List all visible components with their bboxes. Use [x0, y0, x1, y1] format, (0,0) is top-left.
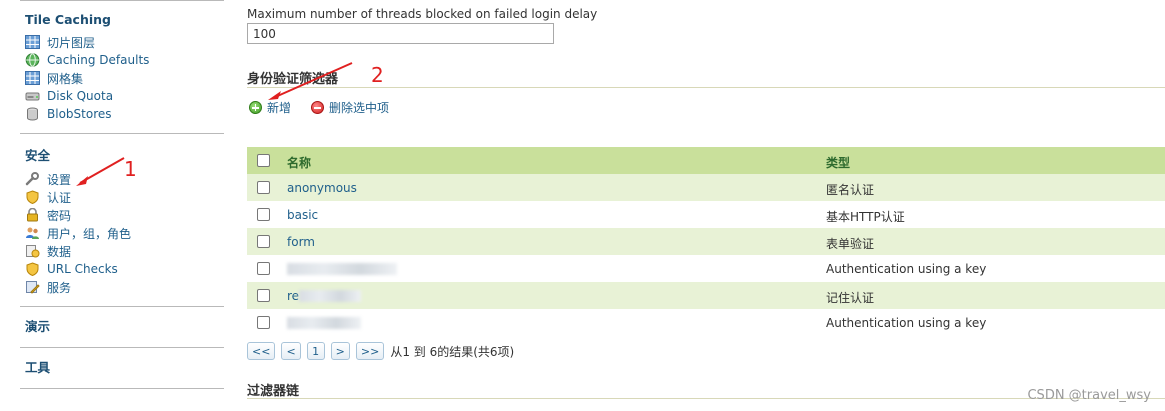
table-row: Authentication using a key	[247, 255, 1165, 282]
sidebar-item-disk-quota[interactable]: Disk Quota	[25, 87, 224, 105]
sidebar-item-services[interactable]: 服务	[25, 278, 224, 296]
table-row: re 记住认证	[247, 282, 1165, 309]
lock-icon	[25, 207, 40, 222]
disk-icon	[25, 89, 40, 103]
sidebar-item-gridsets[interactable]: 网格集	[25, 69, 224, 87]
filter-actions: 新增 删除选中项	[249, 99, 389, 116]
select-all-checkbox[interactable]	[257, 154, 270, 167]
add-filter-button[interactable]: 新增	[249, 99, 291, 116]
sidebar-item-url-checks[interactable]: URL Checks	[25, 260, 224, 278]
tile-caching-list: 切片图层 Caching Defaults 网格集 Disk Quota Blo…	[20, 33, 224, 133]
filter-type: Authentication using a key	[826, 262, 987, 276]
globe-icon	[25, 53, 40, 67]
threads-field-label: Maximum number of threads blocked on fai…	[247, 7, 598, 21]
sidebar-item-label[interactable]: 网格集	[47, 70, 83, 87]
sidebar-item-tile-layers[interactable]: 切片图层	[25, 33, 224, 51]
filter-type: Authentication using a key	[826, 316, 987, 330]
sidebar-divider	[20, 388, 224, 389]
wrench-icon	[25, 172, 40, 186]
shield-icon	[25, 190, 40, 205]
grid-icon	[25, 35, 40, 49]
redacted-name	[287, 317, 361, 329]
section-divider	[247, 87, 1165, 88]
demos-heading[interactable]: 演示	[20, 307, 224, 347]
column-header-name[interactable]: 名称	[287, 154, 311, 171]
auth-filters-table: 名称 类型 anonymous 匿名认证 basic 基本HTTP认证 form…	[247, 147, 1165, 336]
sidebar-item-blobstores[interactable]: BlobStores	[25, 105, 224, 123]
sidebar-item-passwords[interactable]: 密码	[25, 206, 224, 224]
service-icon	[25, 280, 40, 294]
security-list: 设置 认证 密码 用户，组，角色 数据 URL Checks 服务	[20, 170, 224, 306]
grid-icon	[25, 71, 40, 85]
next-page-button[interactable]: >	[330, 342, 350, 360]
table-header: 名称 类型	[247, 147, 1165, 174]
row-checkbox[interactable]	[257, 262, 270, 275]
sidebar-item-users-groups-roles[interactable]: 用户，组，角色	[25, 224, 224, 242]
database-icon	[25, 107, 40, 121]
filter-name-link[interactable]: anonymous	[287, 181, 357, 195]
filter-type: 匿名认证	[826, 183, 875, 197]
filter-chain-title: 过滤器链	[247, 384, 300, 399]
prev-page-button[interactable]: <	[281, 342, 301, 360]
sidebar-item-label[interactable]: Disk Quota	[47, 89, 113, 103]
sidebar-item-data[interactable]: 数据	[25, 242, 224, 260]
add-icon	[249, 101, 262, 114]
shield-icon	[25, 262, 40, 277]
filter-type: 表单验证	[826, 237, 875, 251]
sidebar-item-label[interactable]: 用户，组，角色	[47, 225, 131, 242]
remove-selected-label: 删除选中项	[329, 101, 390, 115]
security-heading: 安全	[25, 148, 51, 163]
last-page-button[interactable]: >>	[355, 342, 385, 360]
sidebar-item-label[interactable]: 数据	[47, 243, 71, 260]
remove-icon	[311, 101, 325, 114]
row-checkbox[interactable]	[257, 181, 270, 194]
tools-heading[interactable]: 工具	[20, 348, 224, 388]
table-row: Authentication using a key	[247, 309, 1165, 336]
threads-input[interactable]	[247, 23, 554, 44]
remove-selected-button[interactable]: 删除选中项	[311, 99, 389, 116]
users-icon	[25, 226, 40, 240]
redacted-name	[287, 263, 397, 275]
sidebar-item-label[interactable]: URL Checks	[47, 262, 118, 276]
filter-type: 记住认证	[826, 291, 875, 305]
table-row: form 表单验证	[247, 228, 1165, 255]
sidebar-item-label[interactable]: BlobStores	[47, 107, 112, 121]
table-row: anonymous 匿名认证	[247, 174, 1165, 201]
sidebar-item-label[interactable]: Caching Defaults	[47, 53, 149, 67]
table-row: basic 基本HTTP认证	[247, 201, 1165, 228]
watermark: CSDN @travel_wsy	[1027, 388, 1151, 403]
sidebar-item-label[interactable]: 设置	[47, 171, 71, 188]
redacted-name	[299, 290, 361, 302]
row-checkbox[interactable]	[257, 208, 270, 221]
sidebar-item-caching-defaults[interactable]: Caching Defaults	[25, 51, 224, 69]
filter-name-link[interactable]: form	[287, 235, 315, 249]
tile-caching-heading: Tile Caching	[25, 12, 111, 27]
column-header-type[interactable]: 类型	[826, 154, 850, 171]
sidebar-item-label[interactable]: 服务	[47, 279, 71, 296]
pagination-summary: 从1 到 6的结果(共6项)	[390, 344, 515, 359]
sidebar-item-label[interactable]: 切片图层	[47, 34, 95, 51]
sidebar: Tile Caching 切片图层 Caching Defaults 网格集 D…	[20, 0, 224, 389]
row-checkbox[interactable]	[257, 235, 270, 248]
page-1-button[interactable]: 1	[306, 342, 325, 360]
annotation-marker-1: 1	[124, 157, 137, 181]
filter-name-link[interactable]: basic	[287, 208, 318, 222]
row-checkbox[interactable]	[257, 289, 270, 302]
sidebar-item-label[interactable]: 密码	[47, 207, 71, 224]
row-checkbox[interactable]	[257, 316, 270, 329]
filter-name-link[interactable]: re	[287, 289, 299, 303]
add-filter-label: 新增	[267, 101, 292, 115]
pagination: << < 1 > >> 从1 到 6的结果(共6项)	[247, 342, 514, 360]
data-icon	[25, 244, 40, 258]
filter-type: 基本HTTP认证	[826, 210, 905, 224]
auth-filters-title: 身份验证筛选器	[247, 72, 339, 87]
annotation-marker-2: 2	[371, 63, 384, 87]
sidebar-item-label[interactable]: 认证	[47, 189, 71, 206]
sidebar-item-authentication[interactable]: 认证	[25, 188, 224, 206]
first-page-button[interactable]: <<	[247, 342, 276, 360]
